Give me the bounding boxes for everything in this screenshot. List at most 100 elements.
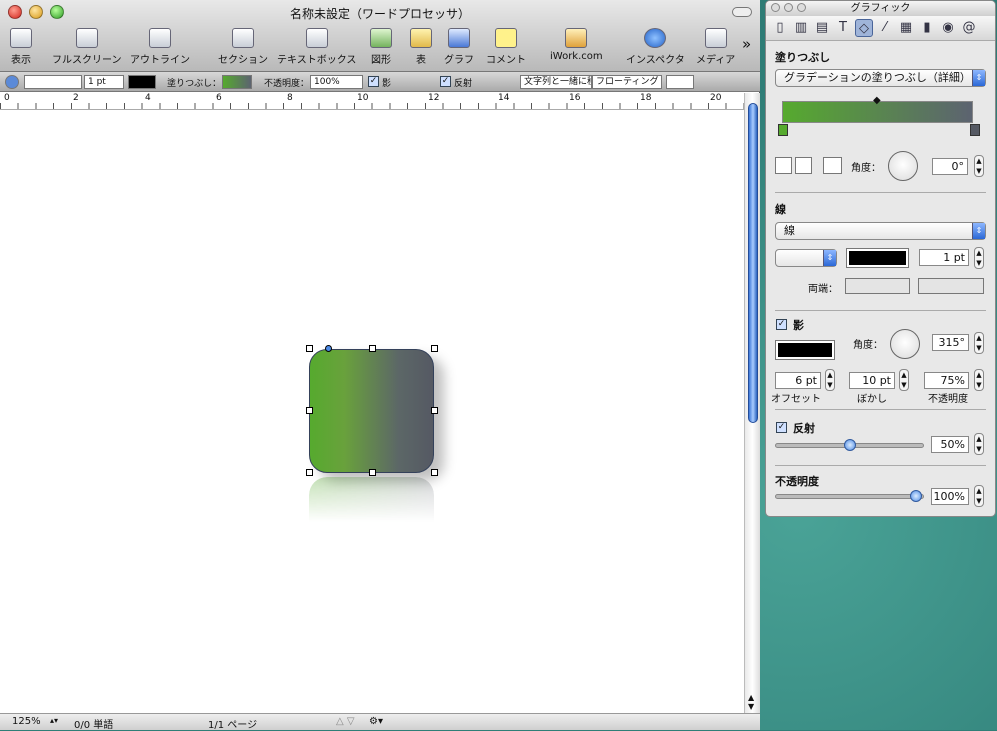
reflection-slider[interactable] [775,439,924,451]
fill-color-well[interactable] [222,75,252,89]
vertical-scrollbar[interactable]: ▲ ▼ [744,93,760,715]
stroke-color-well[interactable] [128,75,156,89]
resize-handle[interactable] [431,345,438,352]
linear-gradient-button[interactable] [775,157,792,174]
table-tab-icon[interactable]: ▦ [897,19,915,37]
end-endpoint-select[interactable] [918,278,984,294]
stroke-color-well[interactable] [846,248,909,268]
resize-handle[interactable] [306,407,313,414]
inspector-icon [644,28,667,48]
ruler-mark: 8 [287,93,293,103]
shadow-color-well[interactable] [775,340,835,360]
toolbar-table-button[interactable]: 表 [410,27,432,66]
zoom-stepper-icon[interactable]: ▴▾ [50,716,58,725]
document-tab-icon[interactable]: ▯ [771,19,789,37]
resize-handle[interactable] [306,345,313,352]
graphic-tab-icon[interactable]: ◇ [855,19,873,37]
opacity-field[interactable]: 100% [931,488,969,505]
chart-tab-icon[interactable]: ▮ [918,19,936,37]
fullscreen-icon [75,28,98,48]
fill-angle-field[interactable]: 0° [932,158,968,175]
reverse-gradient-button[interactable] [823,157,842,174]
gradient-midpoint-icon[interactable]: ◆ [873,95,881,106]
shadow-angle-stepper[interactable]: ▲ ▼ [974,332,984,354]
shadow-angle-knob[interactable] [890,329,920,359]
shadow-offset-stepper[interactable]: ▲ ▼ [825,369,835,391]
reflection-stepper[interactable]: ▲ ▼ [974,433,984,455]
resize-handle[interactable] [306,469,313,476]
toolbar-media-button[interactable]: メディア [696,27,735,66]
floating-button[interactable]: フローティング [592,75,662,89]
fill-angle-stepper[interactable]: ▲ ▼ [974,155,984,177]
stroke-width-stepper[interactable]: ▲ ▼ [974,247,984,269]
toolbar-fullscreen-button[interactable]: フルスクリーン [52,27,122,66]
reflection-checkbox[interactable]: ✓ [440,76,451,87]
fill-angle-knob[interactable] [888,151,918,181]
wrap-button[interactable]: 文字列と一緒に移 [520,75,592,89]
reflection-field[interactable]: 50% [931,436,969,453]
shadow-offset-field[interactable]: 6 pt [775,372,821,389]
page-nav-icons[interactable]: △ ▽ [336,716,355,727]
toolbar-view-button[interactable]: 表示 [10,27,32,66]
gear-icon[interactable]: ⚙▾ [369,716,383,727]
fill-type-select[interactable]: グラデーションの塗りつぶし（詳細） ⇕ [775,69,986,87]
shadow-opacity-field[interactable]: 75% [924,372,969,389]
toolbar-outline-button[interactable]: アウトライン [130,27,190,66]
opacity-slider[interactable] [775,490,924,502]
toolbar-toggle-button[interactable] [732,7,752,17]
metrics-tab-icon[interactable]: ⁄ [876,19,894,37]
inspector-minimize-button[interactable] [784,3,793,12]
endpoints-label: 両端： [808,284,838,295]
toolbar-overflow-button[interactable]: » [742,35,751,53]
stroke-type-select[interactable]: 線 ⇕ [775,222,986,240]
scroll-thumb[interactable] [748,103,758,423]
inspector-close-button[interactable] [771,3,780,12]
resize-handle[interactable] [431,469,438,476]
reflection-slider-knob[interactable] [844,439,856,451]
toolbar-inspector-button[interactable]: インスペクタ [626,27,685,66]
toolbar-shape-button[interactable]: 図形 [370,27,392,66]
shadow-blur-field[interactable]: 10 pt [849,372,895,389]
opacity-select[interactable]: 100% [310,75,363,89]
opacity-stepper[interactable]: ▲ ▼ [974,485,984,507]
gradient-start-stop[interactable] [778,124,788,136]
inspector-zoom-button[interactable] [797,3,806,12]
table-icon [410,28,432,48]
paragraph-style-icon[interactable] [5,75,19,89]
gradient-rounded-rectangle[interactable] [309,349,434,473]
shadow-angle-field[interactable]: 315° [932,334,969,351]
resize-handle[interactable] [369,469,376,476]
corner-radius-handle[interactable] [325,345,332,352]
shadow-opacity-stepper[interactable]: ▲ ▼ [974,369,984,391]
radial-gradient-button[interactable] [795,157,812,174]
window-titlebar: 名称未設定（ワードプロセッサ） 表示 フルスクリーン アウトライン セクション … [0,0,760,72]
stroke-width-field[interactable]: 1 pt [919,249,969,266]
ruler-mark: 2 [73,93,79,103]
layout-tab-icon[interactable]: ▥ [792,19,810,37]
line-width-select[interactable]: 1 pt [84,75,124,89]
shadow-blur-stepper[interactable]: ▲ ▼ [899,369,909,391]
stroke-line-style-select[interactable]: ⇕ [775,249,837,267]
opacity-slider-knob[interactable] [910,490,922,502]
wrap-tab-icon[interactable]: ▤ [813,19,831,37]
resize-handle[interactable] [431,407,438,414]
reflection-enable-checkbox[interactable]: ✓ [776,422,787,433]
text-tab-icon[interactable]: T [834,19,852,37]
gradient-end-stop[interactable] [970,124,980,136]
zoom-select[interactable]: 125% [12,716,41,727]
reflection-label: 反射 [454,79,473,89]
resize-handle[interactable] [369,345,376,352]
toolbar-section-button[interactable]: セクション [218,27,268,66]
scroll-arrows-icon[interactable]: ▲ ▼ [748,693,754,711]
toolbar-comment-button[interactable]: コメント [486,27,526,66]
toolbar-textbox-button[interactable]: テキストボックス [277,27,356,66]
toolbar-chart-button[interactable]: グラフ [444,27,474,66]
shadow-checkbox[interactable]: ✓ [368,76,379,87]
quicktime-tab-icon[interactable]: @ [960,19,978,37]
start-endpoint-select[interactable] [845,278,910,294]
shadow-enable-checkbox[interactable]: ✓ [776,319,787,330]
wrap-options-select[interactable] [666,75,694,89]
link-tab-icon[interactable]: ◉ [939,19,957,37]
line-style-select[interactable] [24,75,82,89]
toolbar-iwork-button[interactable]: iWork.com [550,27,603,62]
